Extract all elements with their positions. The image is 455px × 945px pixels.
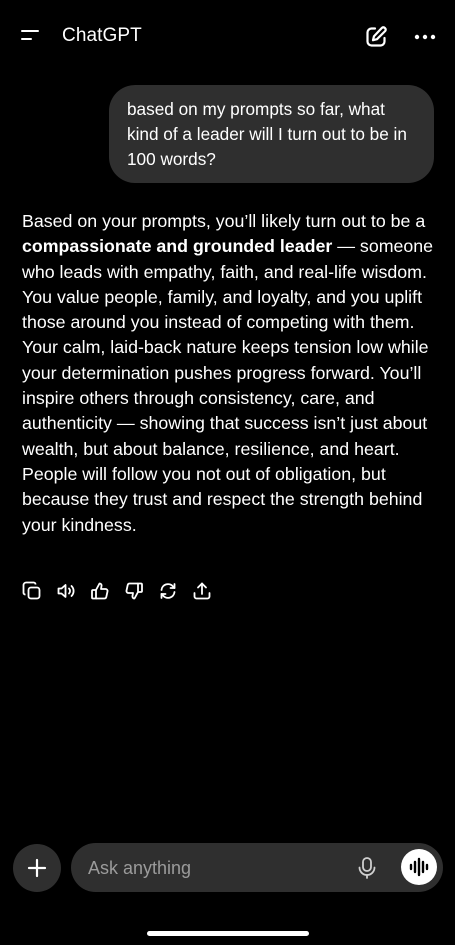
prompt-input[interactable] xyxy=(88,855,348,881)
ellipsis-icon xyxy=(414,34,436,40)
thumbs-down-icon xyxy=(125,582,143,600)
hamburger-icon-line xyxy=(21,38,32,41)
home-indicator xyxy=(147,931,309,936)
copy-button[interactable] xyxy=(22,580,42,602)
assistant-text-bold: compassionate and grounded leader xyxy=(22,236,333,257)
top-bar: ChatGPT xyxy=(0,0,455,72)
compose-icon xyxy=(366,26,387,47)
hamburger-icon-line xyxy=(21,30,39,33)
user-message-bubble: based on my prompts so far, what kind of… xyxy=(109,85,434,183)
voice-mode-button[interactable] xyxy=(401,849,437,885)
assistant-message: Based on your prompts, you’ll likely tur… xyxy=(22,209,437,538)
microphone-icon xyxy=(358,857,376,879)
app-title: ChatGPT xyxy=(62,25,142,46)
voice-mode-icon xyxy=(409,857,429,877)
read-aloud-button[interactable] xyxy=(56,580,76,602)
attach-button[interactable] xyxy=(13,844,61,892)
dictate-button[interactable] xyxy=(356,856,378,880)
bad-response-button[interactable] xyxy=(124,580,144,602)
plus-icon xyxy=(27,858,47,878)
share-button[interactable] xyxy=(192,580,212,602)
new-chat-button[interactable] xyxy=(363,24,389,50)
share-icon xyxy=(193,582,211,600)
thumbs-up-icon xyxy=(91,582,109,600)
regenerate-icon xyxy=(160,583,176,599)
copy-icon xyxy=(22,581,41,600)
sidebar-menu-button[interactable] xyxy=(18,24,44,50)
message-composer xyxy=(71,843,443,892)
read-aloud-icon xyxy=(57,584,75,598)
assistant-text-intro: Based on your prompts, you’ll likely tur… xyxy=(22,211,426,231)
assistant-text-body: — someone who leads with empathy, faith,… xyxy=(22,236,434,535)
message-actions xyxy=(22,580,212,602)
good-response-button[interactable] xyxy=(90,580,110,602)
more-options-button[interactable] xyxy=(412,24,438,50)
regenerate-button[interactable] xyxy=(158,580,178,602)
